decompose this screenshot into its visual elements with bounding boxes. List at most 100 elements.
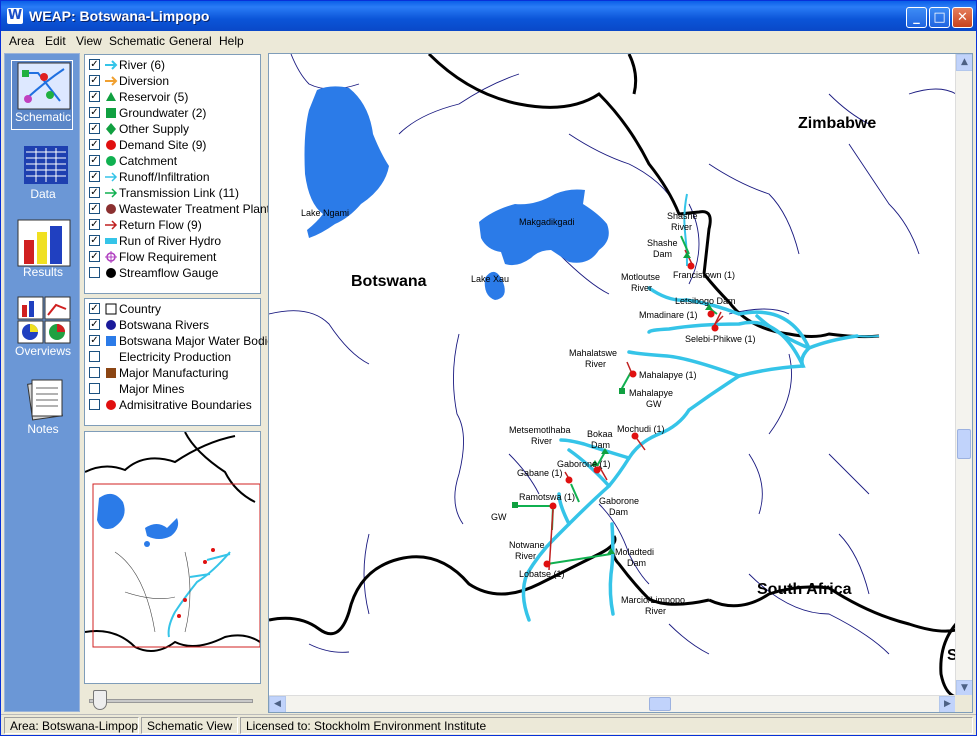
menu-area[interactable]: Area	[9, 34, 34, 48]
square-icon	[106, 336, 116, 346]
schematic-icon[interactable]	[16, 61, 72, 111]
legend-layer-checkbox[interactable]: ✓	[89, 319, 100, 330]
label-shashe-river-1: Shashe	[667, 211, 698, 221]
legend-object-checkbox[interactable]: ✓	[89, 171, 100, 182]
scroll-left-button[interactable]: ◀	[269, 696, 286, 712]
legend-layer-checkbox[interactable]: ✓	[89, 303, 100, 314]
legend-layer-row[interactable]: Electricity Production	[87, 349, 262, 365]
legend-object-row[interactable]: ✓ Wastewater Treatment Plant	[87, 201, 270, 217]
legend-object-checkbox[interactable]: ✓	[89, 155, 100, 166]
legend-object-checkbox[interactable]: ✓	[89, 107, 100, 118]
schematic-map[interactable]: Lake Ngami Makgadikgadi Lake Xau Shashe …	[268, 53, 973, 713]
menu-general[interactable]: General	[169, 34, 212, 48]
close-button[interactable]: ✕	[952, 7, 973, 28]
label-letsibogo-dam: Letsibogo Dam	[675, 296, 736, 306]
circle-icon	[106, 268, 116, 278]
legend-layer-checkbox[interactable]	[89, 351, 100, 362]
legend-object-checkbox[interactable]	[89, 267, 100, 278]
label-zimbabwe: Zimbabwe	[798, 115, 876, 132]
legend-object-checkbox[interactable]: ✓	[89, 139, 100, 150]
none-icon	[104, 382, 118, 396]
overview-map[interactable]	[84, 431, 261, 684]
legend-object-row[interactable]: ✓ River (6)	[87, 57, 262, 73]
legend-object-row[interactable]: ✓ Reservoir (5)	[87, 89, 262, 105]
legend-object-checkbox[interactable]: ✓	[89, 59, 100, 70]
label-gaborone-dam-2: Dam	[609, 507, 628, 517]
menu-help[interactable]: Help	[219, 34, 244, 48]
horizontal-scroll-thumb[interactable]	[649, 697, 671, 711]
legend-object-row[interactable]: ✓ Diversion	[87, 73, 262, 89]
data-icon[interactable]	[16, 142, 72, 192]
legend-layer-checkbox[interactable]	[89, 399, 100, 410]
zoom-slider-thumb[interactable]	[93, 690, 107, 710]
legend-object-checkbox[interactable]: ✓	[89, 251, 100, 262]
view-label-schematic: Schematic	[14, 110, 72, 124]
legend-layer-checkbox[interactable]	[89, 367, 100, 378]
legend-object-checkbox[interactable]: ✓	[89, 203, 100, 214]
zoom-slider-track[interactable]	[89, 699, 253, 703]
legend-object-row[interactable]: ✓ Flow Requirement	[87, 249, 262, 265]
legend-object-row[interactable]: ✓ Return Flow (9)	[87, 217, 262, 233]
label-moladtedi-dam-2: Dam	[627, 558, 646, 568]
vertical-scrollbar[interactable]: ▲ ▼	[955, 54, 972, 697]
results-icon[interactable]	[16, 218, 72, 268]
legend-layer-row[interactable]: Major Manufacturing	[87, 365, 262, 381]
legend-object-checkbox[interactable]: ✓	[89, 75, 100, 86]
scroll-up-button[interactable]: ▲	[956, 54, 972, 71]
legend-object-checkbox[interactable]: ✓	[89, 235, 100, 246]
legend-object-checkbox[interactable]: ✓	[89, 187, 100, 198]
legend-object-row[interactable]: ✓ Transmission Link (11)	[87, 185, 262, 201]
label-lake-ngami: Lake Ngami	[301, 208, 349, 218]
legend-object-row[interactable]: ✓ Groundwater (2)	[87, 105, 262, 121]
transmission-arrow-icon	[105, 188, 118, 198]
circle-icon	[106, 204, 116, 214]
menu-view[interactable]: View	[76, 34, 102, 48]
legend-object-row[interactable]: ✓ Other Supply	[87, 121, 262, 137]
circle-icon	[106, 156, 116, 166]
legend-layer-label: Electricity Production	[119, 350, 232, 364]
legend-layer-row[interactable]: ✓ Country	[87, 301, 262, 317]
label-shashe-dam-2: Dam	[653, 249, 672, 259]
vertical-scroll-thumb[interactable]	[957, 429, 971, 459]
legend-object-checkbox[interactable]: ✓	[89, 123, 100, 134]
overviews-icon[interactable]	[16, 295, 72, 345]
legend-object-checkbox[interactable]: ✓	[89, 219, 100, 230]
scroll-right-button[interactable]: ▶	[939, 696, 956, 712]
horizontal-scrollbar[interactable]: ◀ ▶	[269, 695, 956, 712]
notes-icon[interactable]	[16, 374, 72, 424]
label-notwane-river-2: River	[515, 551, 536, 561]
legend-layer-row[interactable]: ✓ Botswana Rivers	[87, 317, 262, 333]
label-gw: GW	[491, 512, 507, 522]
overview-map-canvas[interactable]	[84, 431, 261, 683]
menu-bar: Area Edit View Schematic General Help	[1, 31, 976, 51]
menu-schematic[interactable]: Schematic	[109, 34, 165, 48]
schematic-canvas[interactable]: Lake Ngami Makgadikgadi Lake Xau Shashe …	[269, 54, 958, 699]
river-arrow-icon	[105, 60, 118, 70]
circle-icon	[106, 140, 116, 150]
legend-layer-row[interactable]: ✓ Botswana Major Water Bodies	[87, 333, 280, 349]
legend-object-label: Wastewater Treatment Plant	[119, 202, 270, 216]
square-icon	[106, 368, 116, 378]
legend-layer-row[interactable]: Admisitrative Boundaries	[87, 397, 262, 413]
legend-object-row[interactable]: ✓ Run of River Hydro	[87, 233, 262, 249]
menu-edit[interactable]: Edit	[45, 34, 66, 48]
window-title: WEAP: Botswana-Limpopo	[29, 8, 210, 24]
label-makgadikgadi: Makgadikgadi	[519, 217, 575, 227]
legend-object-row[interactable]: ✓ Catchment	[87, 153, 262, 169]
title-bar[interactable]: W WEAP: Botswana-Limpopo _ □ ✕	[1, 1, 976, 31]
flow-req-icon	[105, 251, 117, 263]
legend-layer-checkbox[interactable]	[89, 383, 100, 394]
label-mahalatswe-river-2: River	[585, 359, 606, 369]
label-mochudi: Mochudi (1)	[617, 424, 665, 434]
maximize-button[interactable]: □	[929, 7, 950, 28]
weap-app-icon[interactable]: W	[7, 8, 23, 24]
legend-layer-row[interactable]: Major Mines	[87, 381, 262, 397]
legend-object-row[interactable]: ✓ Runoff/Infiltration	[87, 169, 262, 185]
legend-object-row[interactable]: ✓ Demand Site (9)	[87, 137, 262, 153]
legend-object-checkbox[interactable]: ✓	[89, 91, 100, 102]
minimize-button[interactable]: _	[906, 7, 927, 28]
label-mahalapye-gw-1: Mahalapye	[629, 388, 673, 398]
legend-object-row[interactable]: Streamflow Gauge	[87, 265, 262, 281]
scroll-corner	[955, 695, 972, 712]
legend-layer-checkbox[interactable]: ✓	[89, 335, 100, 346]
